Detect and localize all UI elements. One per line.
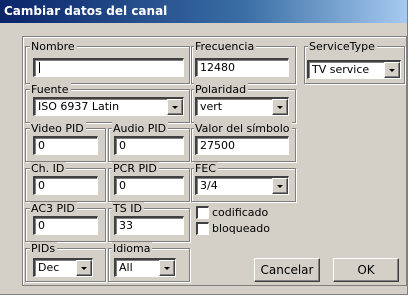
ch-id-label: Ch. ID: [30, 162, 67, 175]
window-title: Cambiar datos del canal: [4, 4, 168, 18]
frecuencia-label: Frecuencia: [194, 40, 257, 53]
bloqueado-label: bloqueado: [212, 222, 270, 235]
bloqueado-checkbox[interactable]: [196, 222, 209, 235]
pcr-pid-label: PCR PID: [112, 162, 159, 175]
frecuencia-input[interactable]: 12480: [195, 58, 289, 77]
ok-button[interactable]: OK: [333, 258, 399, 282]
audio-pid-input[interactable]: 0: [114, 136, 184, 155]
idioma-value: All: [119, 261, 133, 274]
fuente-value: ISO 6937 Latin: [38, 100, 120, 113]
ts-id-input[interactable]: 33: [114, 216, 184, 235]
service-type-select[interactable]: TV service: [307, 60, 401, 79]
ac3-pid-label: AC3 PID: [30, 202, 77, 215]
chevron-down-icon[interactable]: [167, 99, 183, 115]
nombre-input[interactable]: [33, 58, 184, 77]
dialog-window: Cambiar datos del canal Nombre Frecuenci…: [0, 0, 408, 295]
video-pid-label: Video PID: [30, 122, 86, 135]
chevron-down-icon[interactable]: [272, 99, 288, 115]
chevron-down-icon[interactable]: [159, 260, 175, 276]
video-pid-input[interactable]: 0: [33, 136, 98, 155]
title-bar[interactable]: Cambiar datos del canal: [0, 0, 407, 23]
codificado-label: codificado: [212, 206, 269, 219]
service-type-label: ServiceType: [308, 40, 377, 53]
valor-simbolo-input[interactable]: 27500: [195, 136, 289, 155]
ch-id-input[interactable]: 0: [33, 176, 98, 195]
idioma-select[interactable]: All: [114, 258, 176, 277]
service-type-value: TV service: [312, 63, 370, 76]
polaridad-label: Polaridad: [194, 83, 249, 96]
codificado-checkbox[interactable]: [196, 206, 209, 219]
ac3-pid-input[interactable]: 0: [33, 216, 98, 235]
polaridad-select[interactable]: vert: [195, 97, 289, 116]
polaridad-value: vert: [200, 100, 223, 113]
fuente-select[interactable]: ISO 6937 Latin: [33, 97, 184, 116]
fuente-label: Fuente: [30, 83, 71, 96]
ts-id-label: TS ID: [112, 202, 144, 215]
cancel-button[interactable]: Cancelar: [254, 258, 320, 282]
valor-simbolo-label: Valor del símbolo: [194, 122, 292, 135]
text-caret: [39, 62, 40, 73]
pcr-pid-input[interactable]: 0: [114, 176, 184, 195]
chevron-down-icon[interactable]: [76, 260, 92, 276]
audio-pid-label: Audio PID: [112, 122, 169, 135]
pids-select[interactable]: Dec: [33, 258, 93, 277]
nombre-label: Nombre: [30, 40, 77, 53]
fec-label: FEC: [194, 162, 218, 175]
pids-label: PIDs: [30, 242, 58, 255]
chevron-down-icon[interactable]: [384, 62, 400, 78]
idioma-label: Idioma: [112, 242, 153, 255]
chevron-down-icon[interactable]: [272, 178, 288, 194]
pids-value: Dec: [38, 261, 60, 274]
fec-select[interactable]: 3/4: [195, 176, 289, 195]
fec-value: 3/4: [200, 179, 218, 192]
